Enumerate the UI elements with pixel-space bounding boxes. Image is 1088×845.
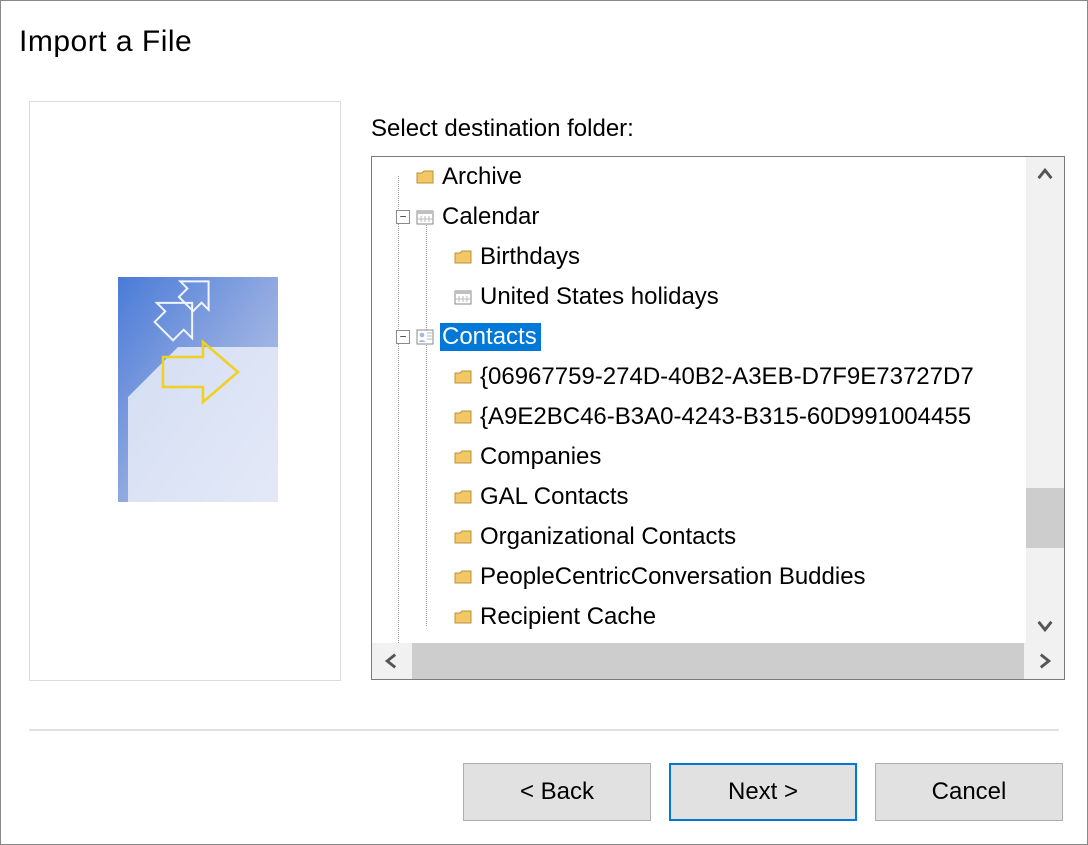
- tree-item[interactable]: {A9E2BC46-B3A0-4243-B315-60D991004455: [372, 397, 1026, 437]
- folder-icon: [416, 170, 434, 184]
- calendar-icon: [454, 289, 472, 305]
- tree-item[interactable]: Birthdays: [372, 237, 1026, 277]
- tree-item-label: Companies: [478, 443, 605, 471]
- next-button[interactable]: Next >: [669, 763, 857, 821]
- wizard-graphic-panel: [29, 101, 341, 681]
- tree-item-label: GAL Contacts: [478, 483, 633, 511]
- tree-expander-icon[interactable]: −: [396, 330, 410, 344]
- tree-item[interactable]: Recipient Cache: [372, 597, 1026, 637]
- tree-item[interactable]: − Calendar: [372, 197, 1026, 237]
- tree-item[interactable]: GAL Contacts: [372, 477, 1026, 517]
- tree-item-label: United States holidays: [478, 283, 723, 311]
- cancel-button[interactable]: Cancel: [875, 763, 1063, 821]
- tree-item[interactable]: − Contacts: [372, 317, 1026, 357]
- tree-item-label: Calendar: [440, 203, 543, 231]
- vertical-scroll-track[interactable]: [1026, 193, 1064, 607]
- dialog-title: Import a File: [19, 25, 192, 59]
- back-button[interactable]: < Back: [463, 763, 651, 821]
- horizontal-scroll-track[interactable]: [412, 643, 1024, 679]
- calendar-icon: [416, 209, 434, 225]
- scroll-down-arrow-icon[interactable]: [1026, 607, 1064, 643]
- folder-icon: [454, 610, 472, 624]
- horizontal-scrollbar[interactable]: [372, 643, 1064, 679]
- folder-tree[interactable]: Archive − Calendar Birthdays United States h…: [371, 156, 1065, 680]
- scroll-right-arrow-icon[interactable]: [1024, 643, 1064, 679]
- horizontal-scroll-thumb[interactable]: [412, 643, 1024, 679]
- tree-item-label: {06967759-274D-40B2-A3EB-D7F9E73727D7: [478, 363, 978, 391]
- tree-item-label: {A9E2BC46-B3A0-4243-B315-60D991004455: [478, 403, 975, 431]
- divider: [29, 729, 1059, 731]
- tree-item-label: Archive: [440, 163, 526, 191]
- tree-item[interactable]: United States holidays: [372, 277, 1026, 317]
- folder-icon: [454, 410, 472, 424]
- vertical-scroll-thumb[interactable]: [1026, 488, 1064, 548]
- tree-item[interactable]: Organizational Contacts: [372, 517, 1026, 557]
- folder-icon: [454, 570, 472, 584]
- folder-icon: [454, 490, 472, 504]
- import-file-dialog: Import a File: [0, 0, 1088, 845]
- wizard-graphic-icon: [118, 277, 278, 502]
- tree-item-label: Recipient Cache: [478, 603, 660, 631]
- contacts-icon: [416, 329, 434, 345]
- folder-icon: [454, 250, 472, 264]
- button-row: < Back Next > Cancel: [463, 763, 1063, 821]
- folder-icon: [454, 370, 472, 384]
- tree-item-label: Contacts: [440, 323, 541, 351]
- tree-item[interactable]: Companies: [372, 437, 1026, 477]
- scroll-up-arrow-icon[interactable]: [1026, 157, 1064, 193]
- tree-item[interactable]: PeopleCentricConversation Buddies: [372, 557, 1026, 597]
- scroll-left-arrow-icon[interactable]: [372, 643, 412, 679]
- tree-item-label: Birthdays: [478, 243, 584, 271]
- folder-tree-viewport: Archive − Calendar Birthdays United States h…: [372, 157, 1026, 643]
- tree-expander-icon[interactable]: −: [396, 210, 410, 224]
- instruction-label: Select destination folder:: [371, 115, 634, 143]
- tree-item-label: PeopleCentricConversation Buddies: [478, 563, 870, 591]
- dialog-body: Select destination folder: Archive − Calen…: [29, 101, 1063, 691]
- folder-icon: [454, 530, 472, 544]
- vertical-scrollbar[interactable]: [1026, 157, 1064, 643]
- tree-item[interactable]: {06967759-274D-40B2-A3EB-D7F9E73727D7: [372, 357, 1026, 397]
- folder-icon: [454, 450, 472, 464]
- tree-item[interactable]: Archive: [372, 157, 1026, 197]
- tree-item-label: Organizational Contacts: [478, 523, 740, 551]
